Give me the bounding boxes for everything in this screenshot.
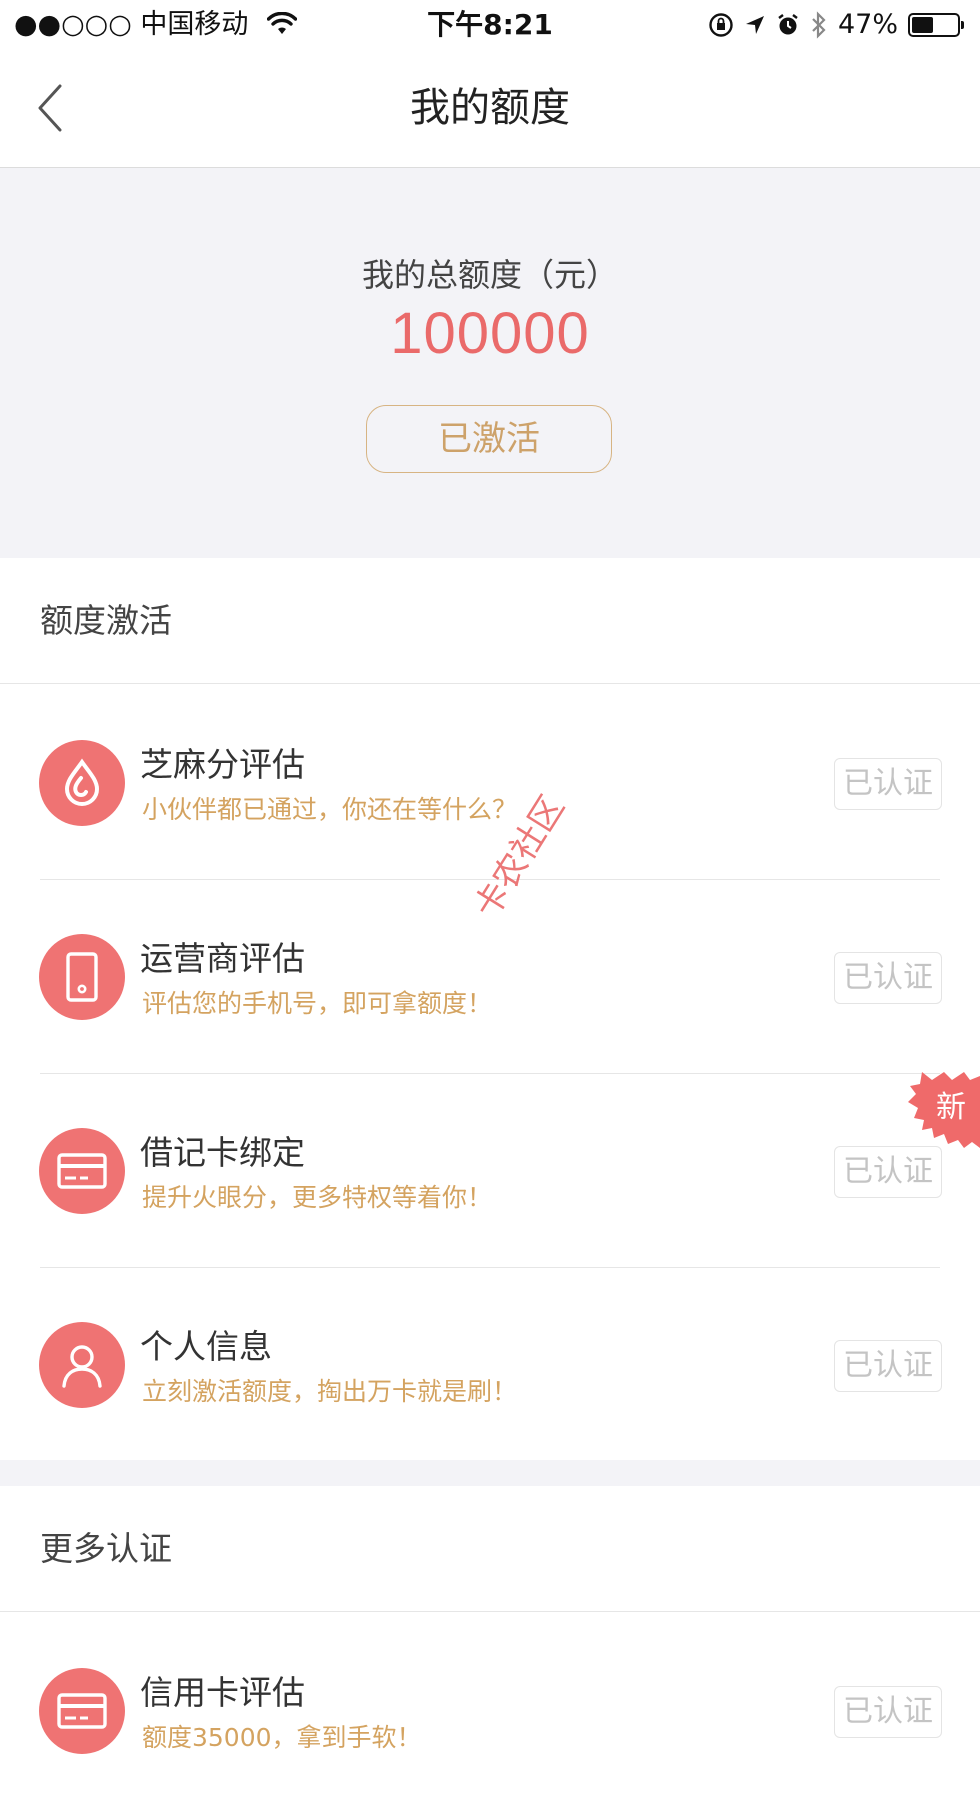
section-header-more: 更多认证 — [0, 1486, 980, 1612]
item-title: 借记卡绑定 — [140, 1133, 305, 1172]
status-bar: ●●○○○ 中国移动 下午8:21 47% — [0, 0, 980, 50]
item-title: 运营商评估 — [140, 939, 305, 978]
item-subtitle: 评估您的手机号，即可拿额度！ — [142, 989, 493, 1018]
nav-bar: 我的额度 — [0, 50, 980, 168]
item-subtitle: 额度35000，拿到手软！ — [142, 1723, 422, 1752]
item-title: 芝麻分评估 — [140, 745, 305, 784]
item-title: 个人信息 — [140, 1327, 272, 1366]
phone-icon — [39, 934, 125, 1020]
battery-fill — [912, 17, 933, 33]
list-item-sesame[interactable]: 芝麻分评估 小伙伴都已通过，你还在等什么？ 已认证 — [0, 686, 980, 880]
credit-card-icon — [39, 1668, 125, 1754]
item-title: 信用卡评估 — [140, 1673, 305, 1712]
orientation-lock-icon — [709, 13, 733, 37]
item-subtitle: 立刻激活额度，掏出万卡就是刷！ — [142, 1377, 518, 1406]
section-title: 额度激活 — [40, 601, 172, 640]
section-header-activation: 额度激活 — [0, 558, 980, 684]
verified-badge[interactable]: 已认证 — [834, 952, 942, 1004]
total-quota-label: 我的总额度（元） — [361, 256, 618, 294]
battery-percent: 47% — [837, 9, 898, 40]
bluetooth-icon — [812, 11, 826, 39]
section-title: 更多认证 — [40, 1529, 172, 1568]
list-item-carrier[interactable]: 运营商评估 评估您的手机号，即可拿额度！ 已认证 — [0, 880, 980, 1074]
quota-summary: 我的总额度（元） 100000 已激活 — [0, 168, 980, 558]
status-right-group: 47% — [708, 6, 964, 44]
list-item-debit-card[interactable]: 借记卡绑定 提升火眼分，更多特权等着你！ 已认证 — [0, 1074, 980, 1268]
item-subtitle: 提升火眼分，更多特权等着你！ — [142, 1183, 493, 1212]
verified-badge[interactable]: 已认证 — [834, 1340, 942, 1392]
activated-button[interactable]: 已激活 — [366, 405, 612, 473]
verified-badge[interactable]: 已认证 — [834, 758, 942, 810]
list-item-personal-info[interactable]: 个人信息 立刻激活额度，掏出万卡就是刷！ 已认证 — [0, 1268, 980, 1462]
verified-badge[interactable]: 已认证 — [834, 1686, 942, 1738]
bank-card-icon — [39, 1128, 125, 1214]
battery-icon — [908, 13, 964, 37]
location-arrow-icon — [745, 16, 764, 34]
new-tag-label: 新 — [936, 1090, 966, 1125]
alarm-icon — [778, 14, 798, 35]
item-subtitle: 小伙伴都已通过，你还在等什么？ — [142, 795, 518, 824]
page-title: 我的额度 — [410, 85, 570, 131]
person-icon — [39, 1322, 125, 1408]
total-quota-amount: 100000 — [390, 301, 590, 366]
list-item-credit-card[interactable]: 信用卡评估 额度35000，拿到手软！ 已认证 — [0, 1614, 980, 1808]
verified-badge[interactable]: 已认证 — [834, 1146, 942, 1198]
sesame-drop-icon — [39, 740, 125, 826]
section-gap — [0, 1460, 980, 1486]
